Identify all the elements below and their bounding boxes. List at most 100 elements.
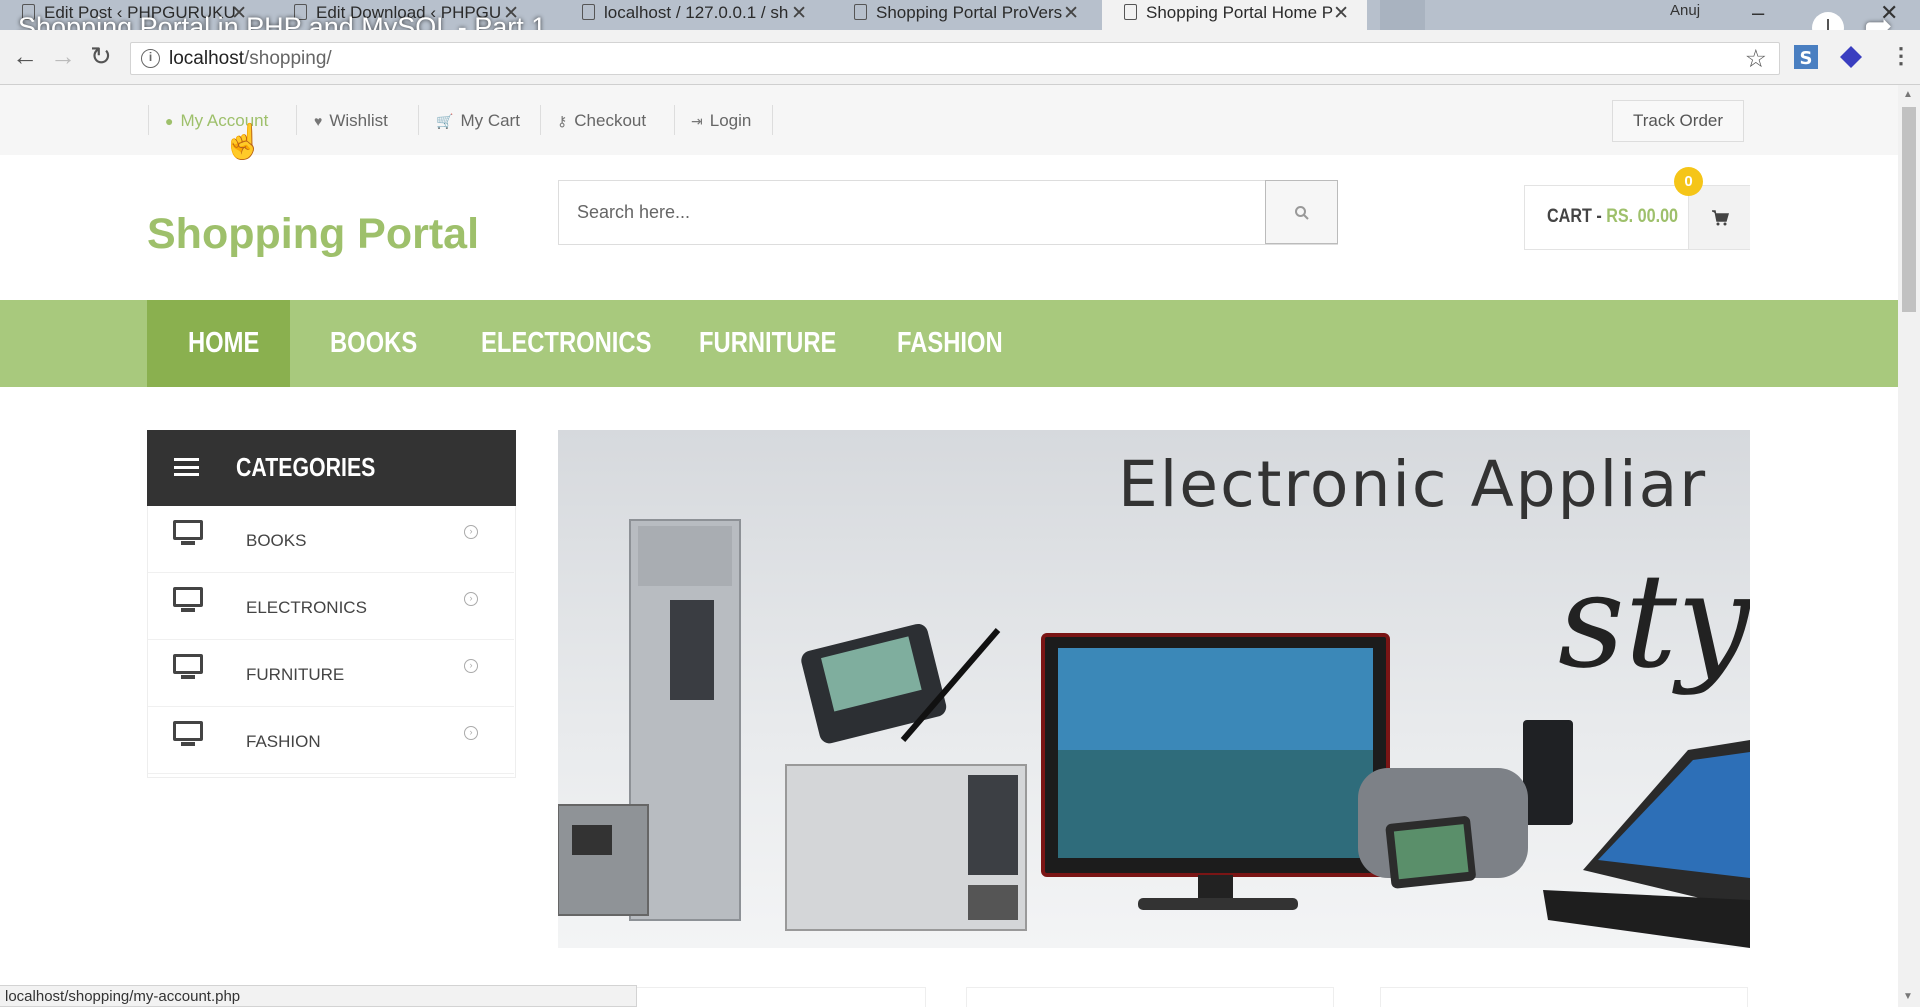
browser-chrome: Edit Post ‹ PHPGURUKU ✕ Edit Download ‹ … [0, 0, 1920, 85]
page: ● My Account ♥ Wishlist 🛒 My Cart ⚷ Checkout… [0, 85, 1898, 1007]
scroll-down-icon[interactable]: ▼ [1903, 991, 1913, 1002]
chevron-right-icon: › [464, 659, 478, 673]
minimize-icon[interactable]: – [1752, 0, 1764, 26]
category-label: BOOKS [246, 531, 307, 550]
divider [296, 105, 297, 135]
cart-label: CART - RS. 00.00 [1547, 206, 1678, 228]
link-label: Wishlist [329, 111, 388, 130]
checkout-link[interactable]: ⚷ Checkout [557, 111, 646, 131]
user-icon: ● [165, 113, 174, 129]
profile-name[interactable]: Anuj [1670, 2, 1700, 19]
divider [540, 105, 541, 135]
categories-header: CATEGORIES [147, 430, 516, 506]
address-bar[interactable]: i localhost/shopping/ ☆ [130, 42, 1780, 75]
category-item-furniture[interactable]: FURNITURE › [148, 640, 514, 707]
monitor-icon [173, 520, 203, 545]
cart-summary[interactable]: CART - RS. 00.00 [1524, 185, 1750, 250]
hand-cursor-icon: ☝ [222, 123, 265, 161]
bookmark-star-icon[interactable]: ☆ [1745, 44, 1767, 74]
appliances-illustration [558, 519, 1750, 948]
page-icon [854, 4, 867, 20]
monitor-icon [173, 587, 203, 612]
divider [674, 105, 675, 135]
divider [418, 105, 419, 135]
page-scrollbar[interactable]: ▲ ▼ [1898, 85, 1920, 1007]
browser-tab[interactable]: localhost / 127.0.0.1 / sh ✕ [560, 0, 825, 30]
search-button[interactable] [1265, 180, 1338, 244]
login-link[interactable]: ⇥ Login [691, 111, 751, 131]
nav-fashion[interactable]: FASHION [897, 300, 1003, 387]
chevron-right-icon: › [464, 525, 478, 539]
scroll-thumb[interactable] [1902, 107, 1916, 312]
address-bar-row: ← → ↻ i localhost/shopping/ ☆ S ⋮ [0, 30, 1920, 85]
my-cart-link[interactable]: 🛒 My Cart [436, 111, 520, 131]
chevron-right-icon: › [464, 726, 478, 740]
extension-gem-icon[interactable] [1838, 44, 1864, 70]
shopping-cart-icon [1711, 209, 1729, 226]
extension-s-icon[interactable]: S [1793, 44, 1819, 70]
page-icon [1124, 4, 1137, 20]
phpmyadmin-icon [582, 4, 595, 20]
nav-electronics[interactable]: ELECTRONICS [481, 300, 651, 387]
search-icon [1294, 206, 1309, 220]
search-input[interactable] [559, 181, 1264, 243]
link-label: Login [709, 111, 752, 130]
tab-label: Shopping Portal ProVers [876, 3, 1063, 22]
info-icon[interactable]: i [141, 49, 160, 68]
divider [772, 105, 773, 135]
category-label: FURNITURE [246, 665, 345, 684]
nav-books[interactable]: BOOKS [330, 300, 417, 387]
close-tab-icon[interactable]: ✕ [1063, 2, 1079, 25]
nav-furniture[interactable]: FURNITURE [699, 300, 836, 387]
reload-icon[interactable]: ↻ [90, 43, 112, 69]
scroll-up-icon[interactable]: ▲ [1903, 89, 1913, 100]
tab-label: Shopping Portal Home P [1146, 3, 1334, 22]
nav-home[interactable]: HOME [188, 300, 259, 387]
url-path: /shopping/ [244, 48, 332, 69]
cart-icon: 🛒 [436, 113, 454, 129]
categories-panel: CATEGORIES BOOKS › ELECTRONICS › FURNITU… [147, 430, 516, 780]
search-form [558, 180, 1338, 245]
new-tab-button[interactable] [1380, 0, 1425, 30]
key-icon: ⚷ [557, 113, 568, 129]
cart-count-badge: 0 [1674, 167, 1703, 196]
product-card [966, 987, 1334, 1007]
link-label: Checkout [574, 111, 647, 130]
cart-total: RS. 00.00 [1606, 206, 1679, 227]
categories-list: BOOKS › ELECTRONICS › FURNITURE › FASHIO… [147, 506, 516, 778]
monitor-icon [173, 654, 203, 679]
close-tab-icon[interactable]: ✕ [791, 2, 807, 25]
wishlist-link[interactable]: ♥ Wishlist [314, 111, 388, 131]
hero-banner[interactable]: Electronic Appliar sty [558, 430, 1750, 948]
category-item-fashion[interactable]: FASHION › [148, 707, 514, 774]
categories-title: CATEGORIES [236, 452, 376, 482]
browser-menu-icon[interactable]: ⋮ [1890, 43, 1912, 69]
monitor-icon [173, 721, 203, 746]
site-logo[interactable]: Shopping Portal [147, 210, 479, 259]
cart-button[interactable] [1688, 186, 1750, 249]
link-status-bar: localhost/shopping/my-account.php [0, 985, 637, 1007]
product-card [1380, 987, 1748, 1007]
svg-text:S: S [1800, 48, 1813, 69]
url-host: localhost [169, 48, 244, 69]
top-links-bar: ● My Account ♥ Wishlist 🛒 My Cart ⚷ Checkout… [0, 85, 1898, 161]
link-label: My Cart [460, 111, 520, 130]
url-text[interactable]: localhost/shopping/ [169, 48, 332, 70]
back-icon[interactable]: ← [12, 43, 38, 69]
close-tab-icon[interactable]: ✕ [1333, 2, 1349, 25]
category-item-electronics[interactable]: ELECTRONICS › [148, 573, 514, 640]
browser-tab-active[interactable]: Shopping Portal Home P ✕ [1102, 0, 1367, 30]
tab-label: localhost / 127.0.0.1 / sh [604, 3, 789, 22]
menu-icon [174, 458, 199, 476]
sign-in-icon: ⇥ [691, 113, 703, 129]
chevron-right-icon: › [464, 592, 478, 606]
divider [148, 105, 149, 135]
heart-icon: ♥ [314, 113, 323, 129]
category-label: ELECTRONICS [246, 598, 367, 617]
track-order-button[interactable]: Track Order [1612, 100, 1744, 142]
forward-icon[interactable]: → [50, 43, 76, 69]
category-item-books[interactable]: BOOKS › [148, 506, 514, 573]
category-label: FASHION [246, 732, 321, 751]
browser-tab[interactable]: Shopping Portal ProVers ✕ [832, 0, 1097, 30]
cart-prefix: CART - [1547, 206, 1607, 227]
